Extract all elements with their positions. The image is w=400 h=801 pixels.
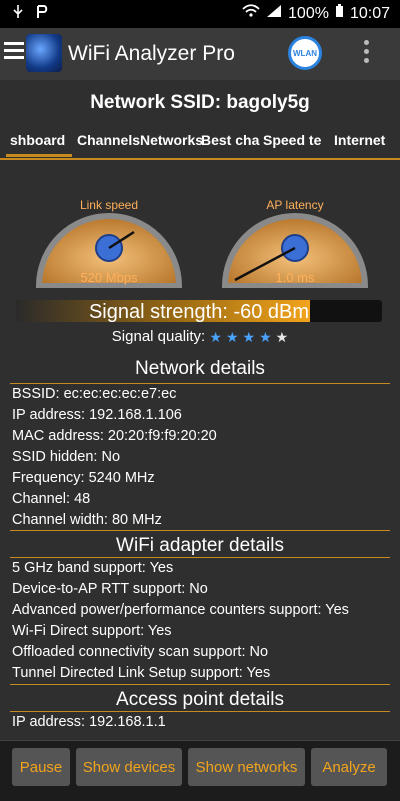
section-divider <box>10 530 390 531</box>
tab-channels[interactable]: Channels <box>77 132 140 148</box>
detail-wifi-direct: Wi-Fi Direct support: Yes <box>12 623 172 639</box>
tab-internet[interactable]: Internet <box>334 132 385 148</box>
section-divider <box>10 684 390 685</box>
adapter-details-title: WiFi adapter details <box>116 535 284 556</box>
pause-button[interactable]: Pause <box>12 748 70 786</box>
overflow-menu-icon[interactable] <box>363 40 371 68</box>
tab-speed-test[interactable]: Speed te <box>263 132 321 148</box>
app-logo <box>26 34 62 72</box>
detail-ip-address: IP address: 192.168.1.106 <box>12 407 182 423</box>
access-point-details-divider <box>10 711 390 712</box>
clock: 10:07 <box>349 4 390 22</box>
detail-offloaded-scan: Offloaded connectivity scan support: No <box>12 644 269 660</box>
adapter-details-divider <box>10 557 390 558</box>
star-filled-icon: ★ <box>259 328 272 345</box>
ap-latency-gauge: AP latency 1.0 ms <box>210 168 380 289</box>
status-right: 100% 10:07 <box>242 4 390 23</box>
detail-tdls-support: Tunnel Directed Link Setup support: Yes <box>12 665 271 681</box>
battery-icon <box>335 4 344 23</box>
star-filled-icon: ★ <box>225 328 239 345</box>
status-left <box>10 4 50 25</box>
content: Network SSID: bagoly5g shboard Channels … <box>0 80 400 800</box>
signal-strength-text: Signal strength: -60 dBm <box>88 301 310 322</box>
detail-frequency: Frequency: 5240 MHz <box>12 470 155 486</box>
network-details-divider <box>10 383 390 384</box>
detail-rtt-support: Device-to-AP RTT support: No <box>12 581 208 597</box>
p-icon <box>34 4 50 25</box>
bottom-action-bar: Pause Show devices Show networks Analyze <box>0 740 400 801</box>
detail-channel-width: Channel width: 80 MHz <box>12 512 162 528</box>
menu-icon[interactable] <box>4 42 24 60</box>
detail-mac-address: MAC address: 20:20:f9:f9:20:20 <box>12 428 217 444</box>
wlan-button[interactable]: WLAN <box>288 36 322 70</box>
battery-percent: 100% <box>288 4 329 22</box>
star-empty-icon: ★ <box>275 328 289 345</box>
signal-strength-bar: Signal strength: -60 dBm <box>16 300 382 322</box>
show-networks-button[interactable]: Show networks <box>188 748 305 786</box>
usb-icon <box>10 4 26 25</box>
signal-icon <box>266 4 282 23</box>
link-speed-gauge: Link speed 520 Mbps <box>24 168 194 289</box>
link-speed-title: Link speed <box>79 198 139 212</box>
detail-ap-ip-address: IP address: 192.168.1.1 <box>12 714 166 730</box>
ap-latency-value: 1.0 ms <box>275 270 315 285</box>
signal-quality: Signal quality: ★ ★ ★ ★ ★ <box>0 328 400 346</box>
show-devices-button[interactable]: Show devices <box>76 748 182 786</box>
tab-bar: shboard Channels Networks Best cha Speed… <box>0 124 400 160</box>
link-speed-value: 520 Mbps <box>80 270 138 285</box>
detail-power-counters: Advanced power/performance counters supp… <box>12 602 349 618</box>
status-bar: 100% 10:07 <box>0 0 400 28</box>
tab-dashboard[interactable]: shboard <box>10 132 65 148</box>
signal-quality-stars: ★ ★ ★ ★ ★ <box>209 329 288 346</box>
wifi-icon <box>242 4 260 23</box>
app-title: WiFi Analyzer Pro <box>68 42 235 65</box>
detail-channel: Channel: 48 <box>12 491 91 507</box>
star-filled-icon: ★ <box>209 328 222 345</box>
access-point-details-title: Access point details <box>116 689 284 710</box>
network-details-title: Network details <box>135 358 265 379</box>
app-bar: WiFi Analyzer Pro WLAN <box>0 28 400 80</box>
detail-5ghz-support: 5 GHz band support: Yes <box>12 560 174 576</box>
ssid-title: Network SSID: bagoly5g <box>90 92 310 113</box>
signal-quality-label: Signal quality: <box>111 328 206 345</box>
detail-bssid: BSSID: ec:ec:ec:ec:e7:ec <box>12 386 177 402</box>
star-filled-icon: ★ <box>242 328 256 345</box>
wlan-label: WLAN <box>293 48 317 58</box>
analyze-button[interactable]: Analyze <box>311 748 387 786</box>
ap-latency-title: AP latency <box>266 198 324 212</box>
detail-ssid-hidden: SSID hidden: No <box>12 449 121 465</box>
tab-networks[interactable]: Networks <box>140 132 203 148</box>
tab-best-channel[interactable]: Best cha <box>201 132 259 148</box>
active-tab-indicator <box>6 154 72 157</box>
